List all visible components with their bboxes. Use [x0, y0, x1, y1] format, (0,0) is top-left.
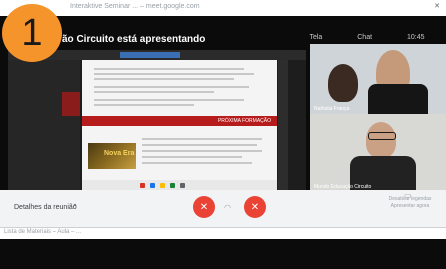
camera-off-icon: ✕ — [250, 201, 260, 213]
shared-url-bar — [120, 52, 180, 58]
chevron-up-icon[interactable]: ⌃ — [72, 203, 78, 211]
close-icon[interactable]: ✕ — [434, 2, 440, 10]
mic-off-icon: ✕ — [199, 201, 209, 213]
browser-tab-bar: Interaktive Seminar ... – meet.google.co… — [0, 0, 446, 16]
browser-tab-title[interactable]: Interaktive Seminar ... – meet.google.co… — [70, 3, 200, 10]
header-item-time: 10:45 — [406, 33, 425, 41]
present-now-button[interactable]: Desativar legendas Apresentar agora — [382, 196, 438, 210]
step-number: 1 — [21, 11, 43, 54]
screen-bezel — [0, 239, 446, 269]
header-item-chat[interactable]: Chat — [357, 34, 372, 41]
taskbar-icon — [150, 183, 155, 188]
taskbar-icon — [170, 183, 175, 188]
meeting-details-button[interactable]: Detalhes da reunião — [14, 204, 77, 211]
camera-off-button[interactable]: ✕ — [244, 196, 266, 218]
document-banner: PRÓXIMA FORMAÇÃO — [82, 116, 277, 126]
taskbar-icon — [180, 183, 185, 188]
document-image-text: Nova Era — [104, 150, 135, 157]
download-item[interactable]: Lista de Materiais – Aula – ... — [4, 229, 81, 235]
presenting-title: ão Circuito está apresentando — [62, 34, 206, 45]
mic-off-button[interactable]: ✕ — [193, 196, 215, 218]
taskbar-icon — [160, 183, 165, 188]
shared-thumbnail — [62, 92, 80, 116]
taskbar-icon — [140, 183, 145, 188]
end-call-icon[interactable]: ◠ — [224, 203, 231, 212]
meeting-window: Interaktive Seminar ... – meet.google.co… — [0, 0, 446, 269]
participant-avatar — [328, 64, 358, 102]
shared-scrollbar — [278, 60, 288, 190]
participant-shirt — [368, 84, 428, 114]
header-item-screen[interactable]: Tela — [309, 34, 322, 41]
document-section-label: PRÓXIMA FORMAÇÃO — [217, 118, 271, 124]
step-number-badge: 1 — [2, 4, 62, 62]
participant-tile[interactable]: Nathalia França — [310, 44, 446, 114]
participant-name: Nathalia França — [314, 106, 350, 112]
glasses-icon — [368, 132, 396, 140]
participant-tile[interactable]: Mundo Educação Circuito — [310, 114, 446, 192]
shared-left-panel — [8, 60, 80, 190]
participant-avatar — [366, 122, 396, 158]
